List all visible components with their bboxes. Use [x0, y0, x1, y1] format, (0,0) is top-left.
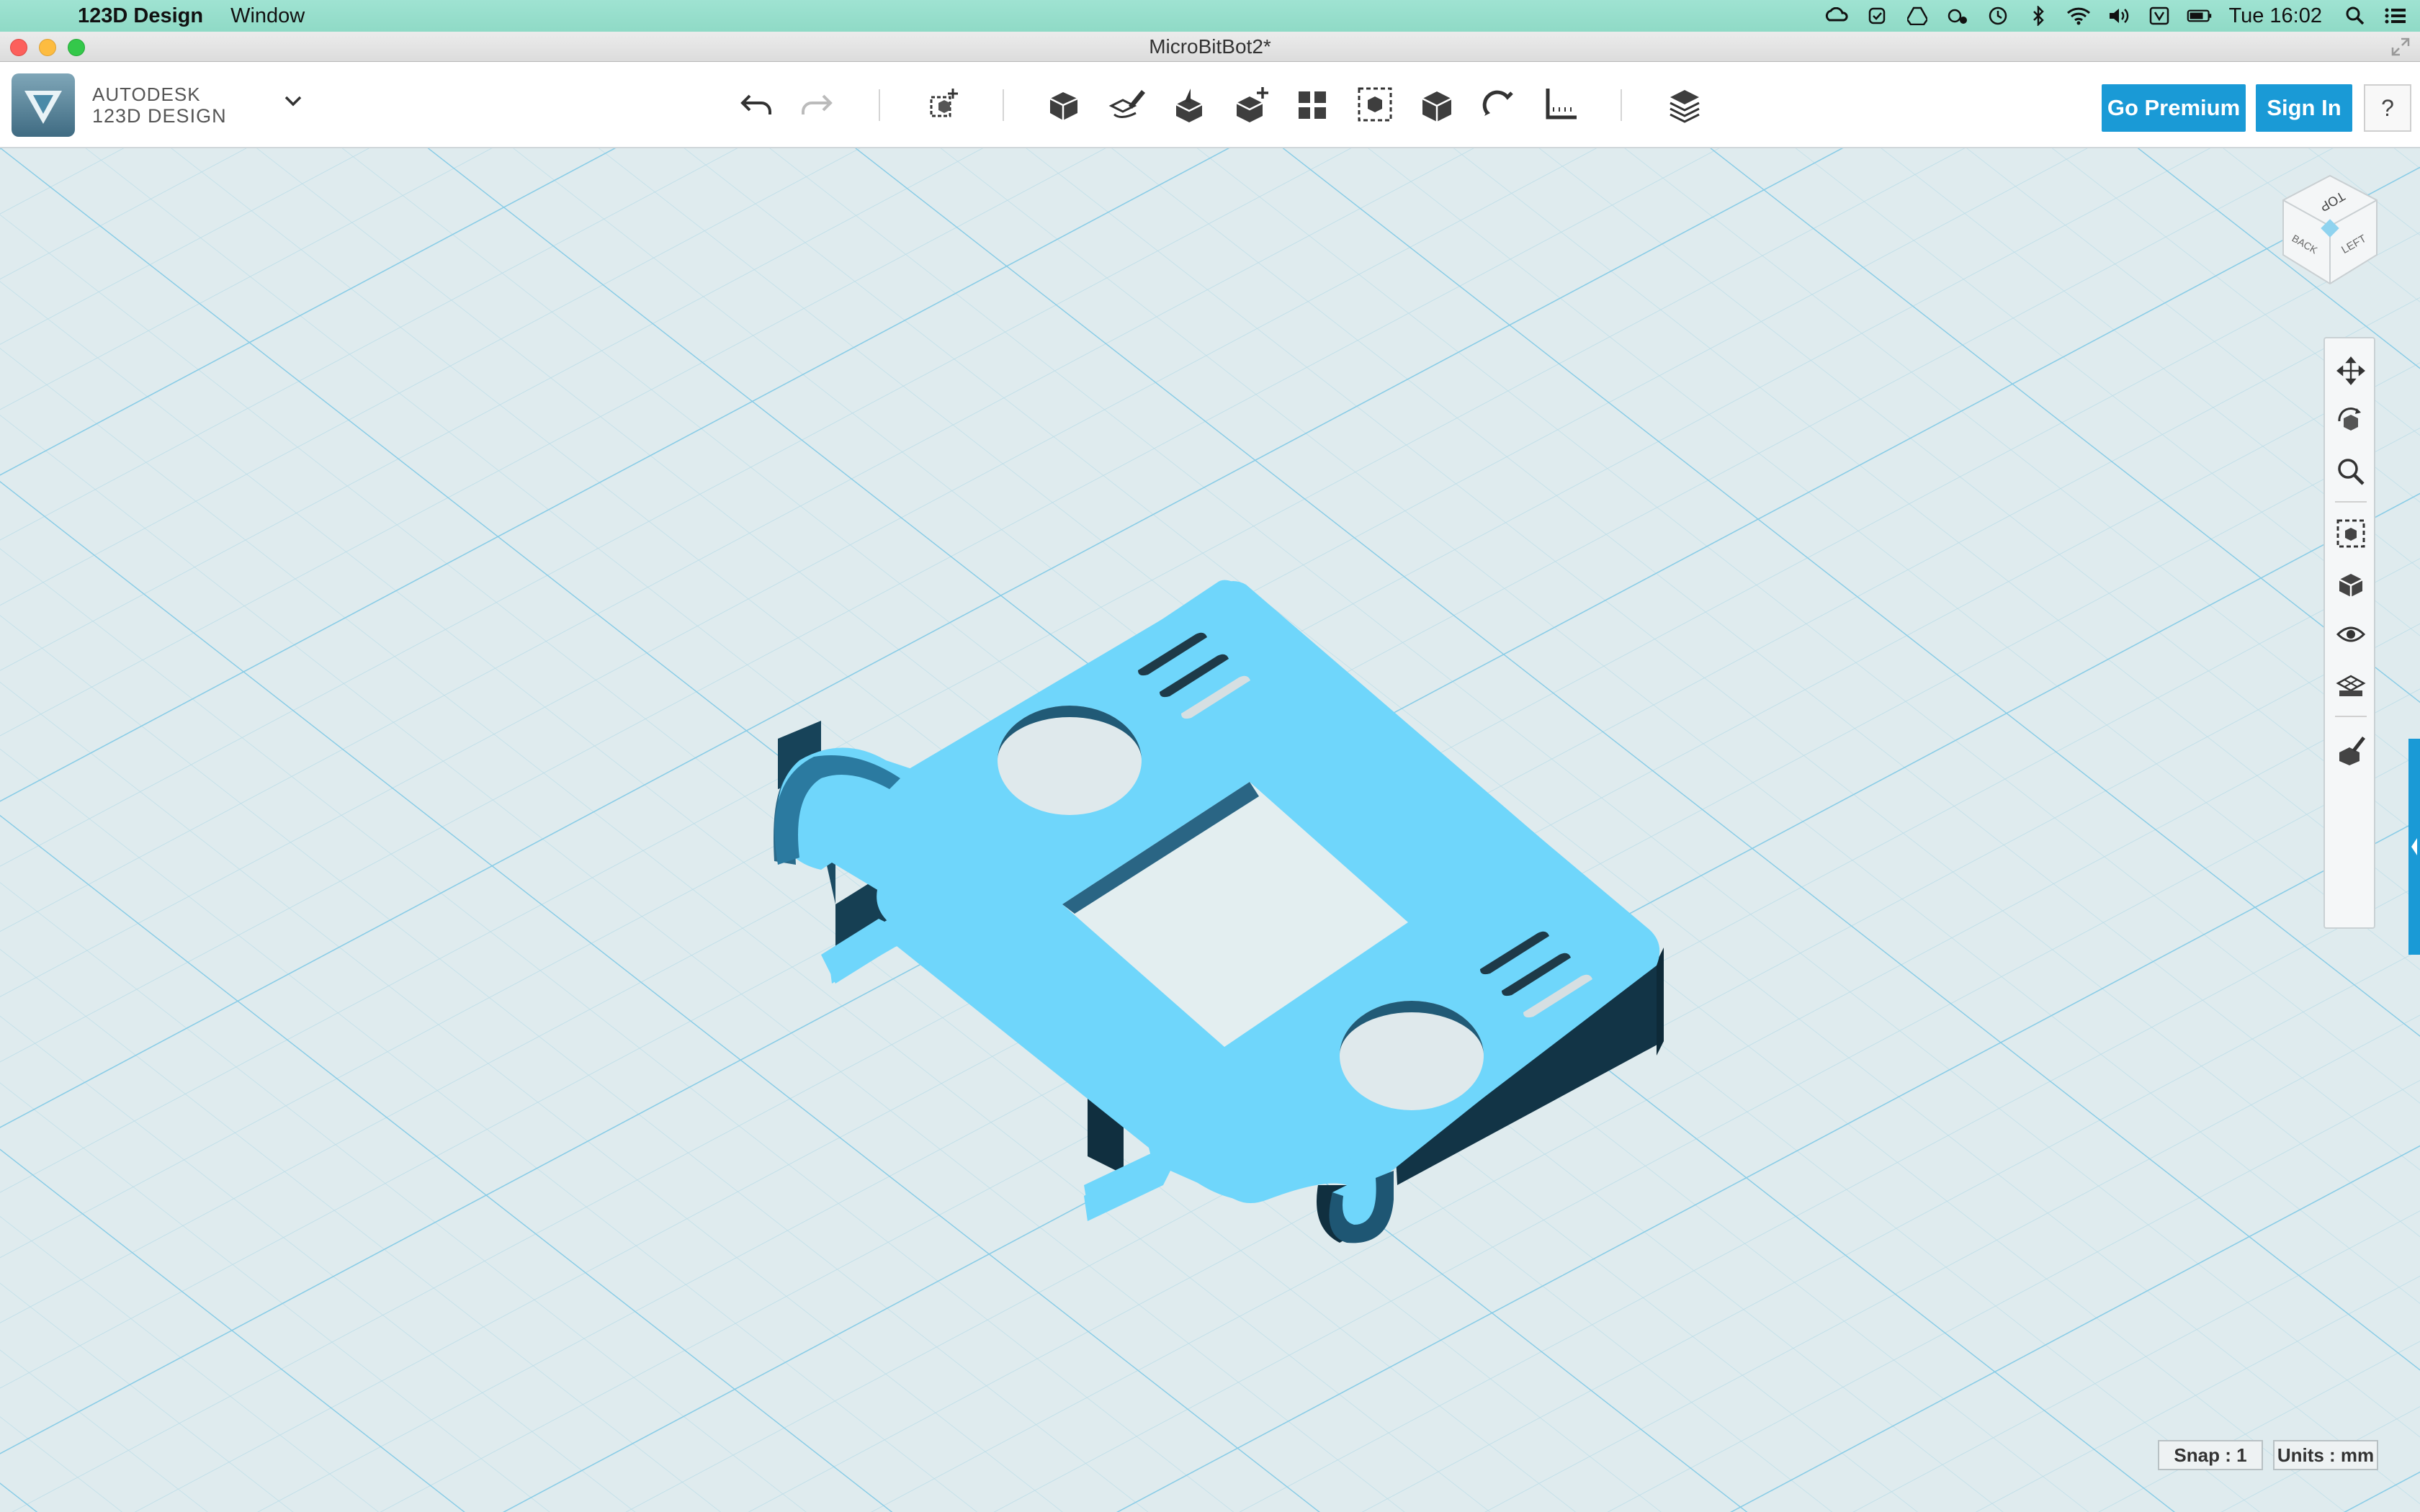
visibility-eye-icon[interactable] [2333, 616, 2369, 652]
sketch-tool-button[interactable] [1103, 81, 1151, 128]
grid-settings-button[interactable] [2333, 667, 2369, 703]
volume-icon[interactable] [2106, 5, 2132, 27]
toolbar-separator [1621, 89, 1622, 121]
transform-tool-button[interactable] [920, 81, 968, 128]
help-button[interactable]: ? [2364, 84, 2411, 132]
wifi-icon[interactable] [2066, 5, 2092, 27]
app-toolbar: AUTODESK 123D DESIGN Go Premium Sign In … [0, 62, 2420, 148]
window-menu[interactable]: Window [230, 4, 305, 28]
sign-in-button[interactable]: Sign In [2256, 84, 2352, 132]
sync-settings-icon[interactable] [1945, 5, 1971, 27]
snap-selector[interactable]: Snap : 1 [2158, 1440, 2263, 1470]
brand-company: AUTODESK [92, 84, 201, 105]
menubar-clock[interactable]: Tue 16:02 [2228, 4, 2322, 28]
minimize-window-button[interactable] [39, 39, 56, 56]
toolbar-separator [879, 89, 880, 121]
spotlight-search-icon[interactable] [2342, 5, 2368, 27]
toolbar-separator [1003, 89, 1004, 121]
navbar-separator [2335, 716, 2367, 717]
3d-viewport[interactable]: TOP BACK LEFT Snap: 1 Units: mm [0, 148, 2420, 1512]
zoom-window-button[interactable] [68, 39, 85, 56]
time-machine-icon[interactable] [1985, 5, 2011, 27]
status-menus: Tue 16:02 [1809, 0, 2408, 32]
input-menu-icon[interactable] [2146, 5, 2172, 27]
view-mode-button[interactable] [2333, 566, 2369, 602]
units-selector[interactable]: Units : mm [2273, 1440, 2378, 1470]
app-menu-chevron-down-icon[interactable] [282, 89, 304, 114]
bluetooth-icon[interactable] [2025, 5, 2051, 27]
navigation-bar [2323, 337, 2375, 929]
right-panel-toggle[interactable] [2408, 739, 2420, 955]
group-tool-button[interactable] [1351, 81, 1399, 128]
redo-button[interactable] [792, 81, 840, 128]
snap-tool-button[interactable] [1475, 81, 1523, 128]
combine-tool-button[interactable] [1413, 81, 1461, 128]
viewcube[interactable]: TOP BACK LEFT [2276, 168, 2384, 291]
google-drive-icon[interactable] [1904, 5, 1930, 27]
construct-tool-button[interactable] [1165, 81, 1213, 128]
app-logo[interactable] [12, 73, 75, 137]
close-window-button[interactable] [10, 39, 27, 56]
notification-center-icon[interactable] [2383, 5, 2408, 27]
ground-grid [0, 148, 2420, 1512]
modify-tool-button[interactable] [1227, 81, 1275, 128]
zoom-button[interactable] [2333, 454, 2369, 490]
fullscreen-icon[interactable] [2391, 37, 2410, 56]
pattern-tool-button[interactable] [1289, 81, 1337, 128]
app-menu[interactable]: 123D Design [78, 4, 203, 28]
mac-menu-bar: 123D Design Window Tue 16:02 [0, 0, 2420, 32]
pan-button[interactable] [2333, 353, 2369, 389]
go-premium-button[interactable]: Go Premium [2102, 84, 2246, 132]
creative-cloud-icon[interactable] [1824, 5, 1850, 27]
material-wand-button[interactable] [2333, 732, 2369, 768]
brand-product: 123D DESIGN [92, 105, 227, 127]
measure-tool-button[interactable] [1537, 81, 1585, 128]
navbar-separator [2335, 501, 2367, 503]
battery-icon[interactable] [2187, 5, 2213, 27]
materials-tool-button[interactable] [1661, 81, 1708, 128]
primitives-tool-button[interactable] [1041, 81, 1088, 128]
fit-button[interactable] [2333, 516, 2369, 552]
orbit-button[interactable] [2333, 403, 2369, 439]
window-title-bar: MicroBitBot2* [0, 32, 2420, 62]
window-title: MicroBitBot2* [1149, 35, 1271, 58]
checklist-icon[interactable] [1864, 5, 1890, 27]
app-brand: AUTODESK 123D DESIGN [92, 84, 227, 127]
undo-button[interactable] [733, 81, 781, 128]
